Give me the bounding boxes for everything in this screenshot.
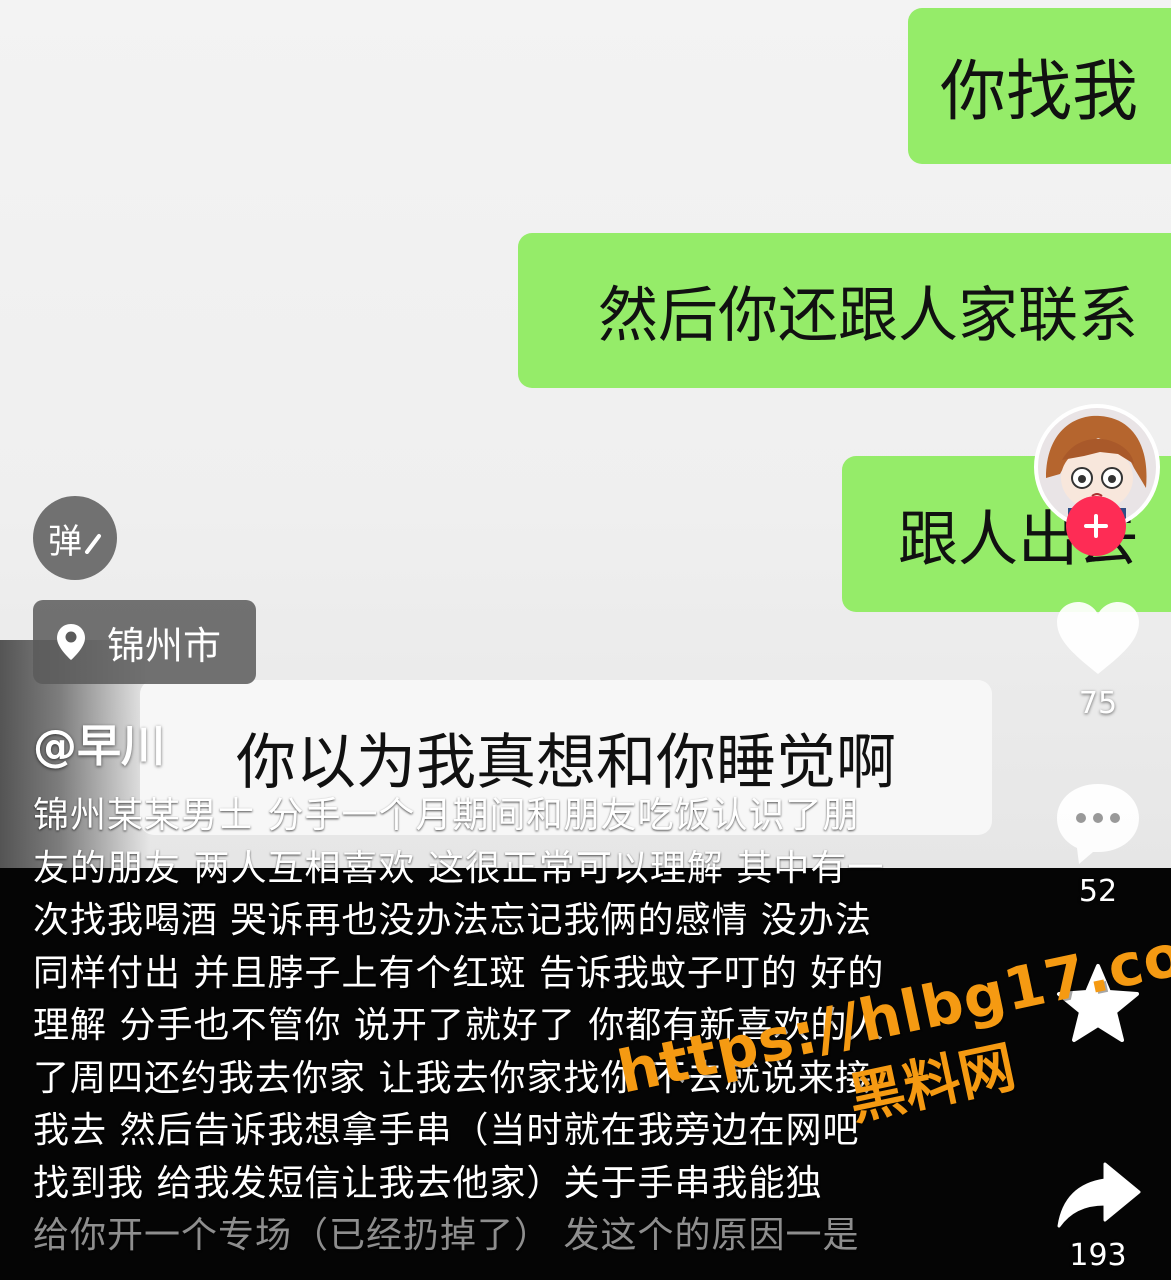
comment-icon — [1057, 784, 1139, 864]
location-tag[interactable]: 锦州市 — [33, 600, 256, 684]
plus-icon — [1084, 514, 1108, 538]
chat-bubble-text: 然后你还跟人家联系 — [598, 281, 1138, 351]
comment-button[interactable]: 52 — [1048, 780, 1148, 909]
share-arrow-icon — [1057, 1162, 1141, 1228]
share-count: 193 — [1069, 1238, 1127, 1273]
danmu-label: 弹 — [48, 521, 82, 562]
chat-bubble-text: 你找我 — [940, 53, 1138, 130]
heart-icon — [1057, 602, 1139, 674]
caption-line: 给你开一个专场（已经扔掉了） 发这个的原因一是 — [33, 1215, 860, 1256]
caption-line: 友的朋友 两人互相喜欢 这很正常可以理解 其中有一 — [33, 847, 885, 889]
follow-button[interactable] — [1066, 496, 1126, 556]
location-pin-icon — [57, 624, 85, 660]
danmu-button[interactable]: 弹 — [33, 496, 117, 580]
share-button[interactable]: 193 — [1048, 1160, 1148, 1273]
chat-bubble-sent: 你找我 — [908, 8, 1171, 164]
chat-bubble-sent: 然后你还跟人家联系 — [518, 233, 1171, 388]
pencil-icon — [85, 534, 101, 554]
caption-line: 次找我喝酒 哭诉再也没办法忘记我俩的感情 没办法 — [33, 900, 872, 941]
caption-line: 同样付出 并且脖子上有个红斑 告诉我蚊子叮的 好的 — [33, 952, 885, 994]
like-button[interactable]: 75 — [1048, 598, 1148, 721]
caption-line: 锦州某某男士 分手一个月期间和朋友吃饭认识了朋 — [33, 795, 860, 836]
comment-count: 52 — [1078, 874, 1118, 909]
author-username[interactable]: @早川 — [33, 710, 165, 774]
like-count: 75 — [1078, 686, 1118, 721]
chat-bubble-text: 你以为我真想和你睡觉啊 — [236, 728, 896, 798]
location-label: 锦州市 — [107, 623, 222, 668]
